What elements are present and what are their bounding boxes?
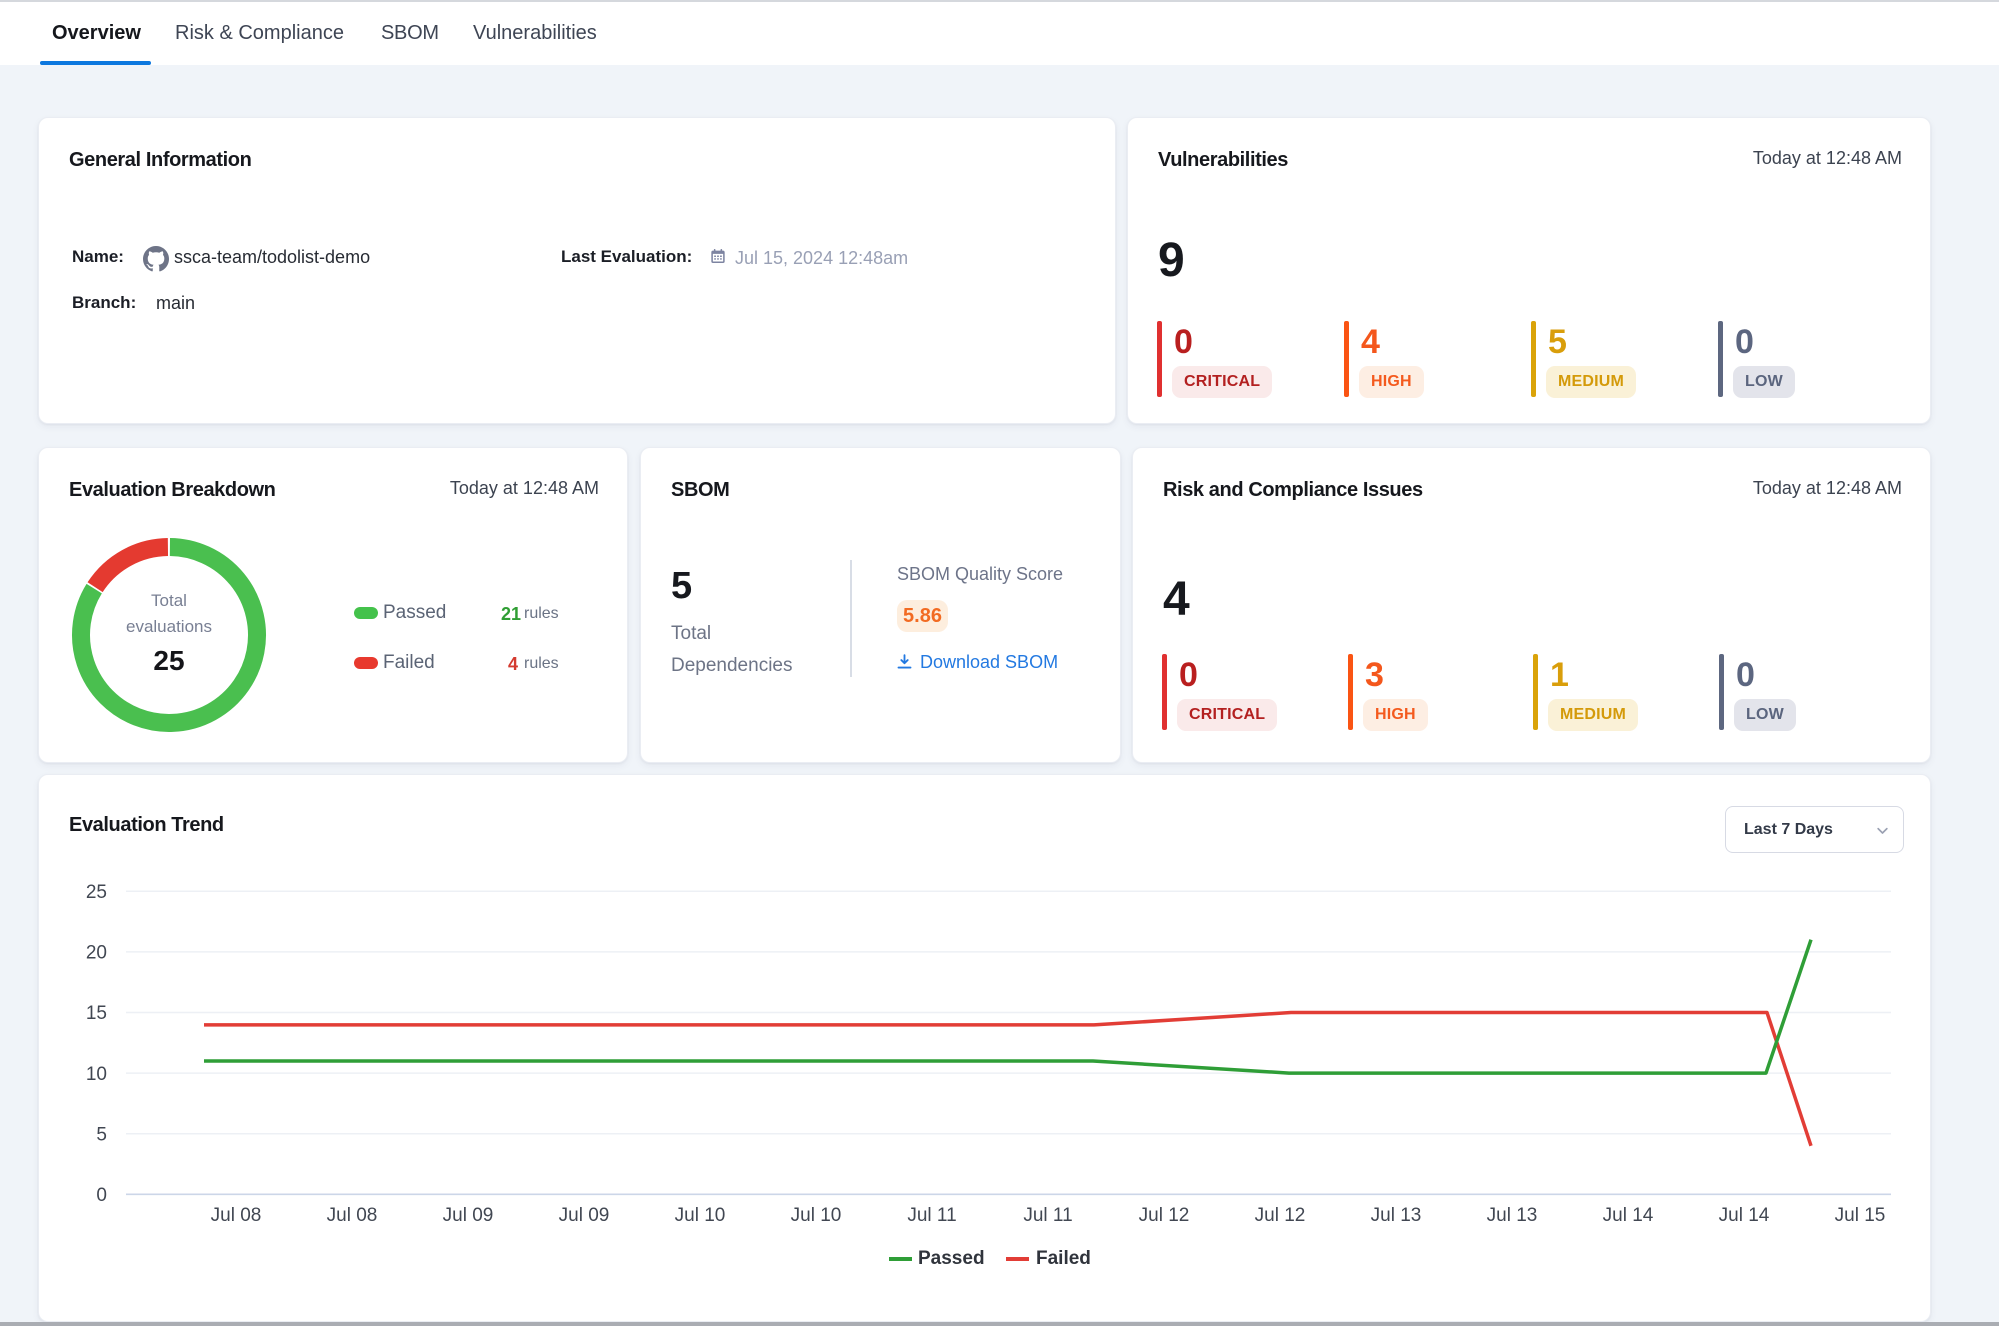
svg-text:10: 10 bbox=[86, 1064, 107, 1085]
svg-text:Jul 08: Jul 08 bbox=[327, 1205, 378, 1226]
svg-text:0: 0 bbox=[96, 1185, 107, 1206]
svg-text:Jul 10: Jul 10 bbox=[791, 1205, 842, 1226]
svg-text:Jul 13: Jul 13 bbox=[1487, 1205, 1538, 1226]
svg-text:Jul 09: Jul 09 bbox=[559, 1205, 610, 1226]
svg-text:Jul 14: Jul 14 bbox=[1719, 1205, 1770, 1226]
svg-text:20: 20 bbox=[86, 943, 107, 964]
svg-text:Jul 13: Jul 13 bbox=[1371, 1205, 1422, 1226]
svg-text:Jul 09: Jul 09 bbox=[443, 1205, 494, 1226]
svg-text:Jul 10: Jul 10 bbox=[675, 1205, 726, 1226]
svg-text:15: 15 bbox=[86, 1003, 107, 1024]
svg-text:Jul 15: Jul 15 bbox=[1835, 1205, 1886, 1226]
svg-text:Jul 11: Jul 11 bbox=[1023, 1205, 1072, 1226]
svg-text:25: 25 bbox=[86, 882, 107, 903]
svg-text:Jul 14: Jul 14 bbox=[1603, 1205, 1654, 1226]
svg-text:Jul 11: Jul 11 bbox=[907, 1205, 956, 1226]
svg-text:Jul 08: Jul 08 bbox=[211, 1205, 262, 1226]
svg-text:Jul 12: Jul 12 bbox=[1139, 1205, 1190, 1226]
svg-text:Jul 12: Jul 12 bbox=[1255, 1205, 1306, 1226]
svg-text:5: 5 bbox=[96, 1124, 107, 1145]
